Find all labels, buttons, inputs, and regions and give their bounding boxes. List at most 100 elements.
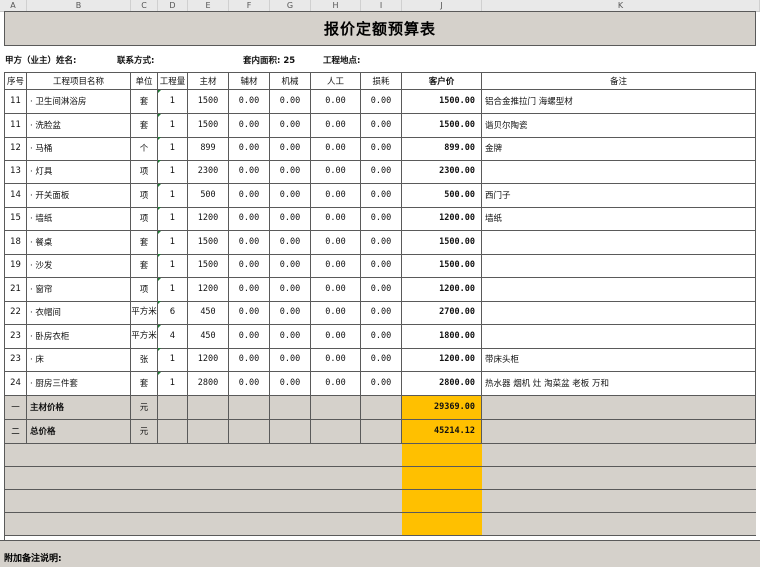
column-letter-j[interactable]: J bbox=[402, 0, 482, 11]
empty-price-cell[interactable] bbox=[402, 467, 482, 490]
cell-seq[interactable]: 11 bbox=[4, 114, 27, 138]
cell-note[interactable] bbox=[482, 160, 756, 184]
cell-labor[interactable]: 0.00 bbox=[311, 137, 361, 161]
total-empty-cell[interactable] bbox=[482, 420, 756, 444]
cell-aux[interactable]: 0.00 bbox=[229, 184, 270, 208]
owner-name-label[interactable]: 甲方（业主）姓名: bbox=[5, 54, 76, 66]
cell-mach[interactable]: 0.00 bbox=[270, 372, 311, 396]
cell-labor[interactable]: 0.00 bbox=[311, 372, 361, 396]
cell-mach[interactable]: 0.00 bbox=[270, 90, 311, 114]
cell-name[interactable]: · 厨房三件套 bbox=[27, 372, 131, 396]
cell-unit[interactable]: 个 bbox=[131, 137, 158, 161]
cell-seq[interactable]: 14 bbox=[4, 184, 27, 208]
header-name[interactable]: 工程项目名称 bbox=[27, 72, 131, 90]
total-empty-cell[interactable] bbox=[158, 420, 188, 444]
cell-note[interactable] bbox=[482, 231, 756, 255]
site-label[interactable]: 工程地点: bbox=[323, 54, 360, 66]
cell-mach[interactable]: 0.00 bbox=[270, 207, 311, 231]
cell-price[interactable]: 1500.00 bbox=[402, 114, 482, 138]
column-letter-g[interactable]: G bbox=[270, 0, 311, 11]
cell-main[interactable]: 899 bbox=[188, 137, 229, 161]
cell-price[interactable]: 1500.00 bbox=[402, 231, 482, 255]
cell-note[interactable]: 墙纸 bbox=[482, 207, 756, 231]
cell-mach[interactable]: 0.00 bbox=[270, 137, 311, 161]
column-letter-e[interactable]: E bbox=[188, 0, 229, 11]
cell-note[interactable]: 铝合金推拉门 海螺型材 bbox=[482, 90, 756, 114]
total-unit[interactable]: 元 bbox=[131, 396, 158, 420]
cell-price[interactable]: 1500.00 bbox=[402, 90, 482, 114]
total-price[interactable]: 29369.00 bbox=[402, 396, 482, 420]
cell-unit[interactable]: 项 bbox=[131, 184, 158, 208]
cell-note[interactable] bbox=[482, 278, 756, 302]
header-qty[interactable]: 工程量 bbox=[158, 72, 188, 90]
sheet-title[interactable]: 报价定额预算表 bbox=[4, 11, 756, 46]
cell-name[interactable]: · 餐桌 bbox=[27, 231, 131, 255]
cell-seq[interactable]: 11 bbox=[4, 90, 27, 114]
cell-qty[interactable]: 1 bbox=[158, 348, 188, 372]
contact-label[interactable]: 联系方式: bbox=[117, 54, 154, 66]
cell-price[interactable]: 1500.00 bbox=[402, 254, 482, 278]
total-empty-cell[interactable] bbox=[229, 396, 270, 420]
cell-unit[interactable]: 套 bbox=[131, 372, 158, 396]
cell-labor[interactable]: 0.00 bbox=[311, 348, 361, 372]
cell-unit[interactable]: 项 bbox=[131, 278, 158, 302]
cell-main[interactable]: 1500 bbox=[188, 254, 229, 278]
cell-loss[interactable]: 0.00 bbox=[361, 301, 402, 325]
cell-labor[interactable]: 0.00 bbox=[311, 114, 361, 138]
cell-seq[interactable]: 24 bbox=[4, 372, 27, 396]
cell-unit[interactable]: 平方米 bbox=[131, 301, 158, 325]
header-mach[interactable]: 机械 bbox=[270, 72, 311, 90]
cell-mach[interactable]: 0.00 bbox=[270, 301, 311, 325]
cell-qty[interactable]: 1 bbox=[158, 137, 188, 161]
total-empty-cell[interactable] bbox=[311, 420, 361, 444]
cell-unit[interactable]: 项 bbox=[131, 160, 158, 184]
cell-note[interactable] bbox=[482, 325, 756, 349]
cell-mach[interactable]: 0.00 bbox=[270, 278, 311, 302]
cell-loss[interactable]: 0.00 bbox=[361, 278, 402, 302]
cell-loss[interactable]: 0.00 bbox=[361, 207, 402, 231]
cell-seq[interactable]: 12 bbox=[4, 137, 27, 161]
cell-loss[interactable]: 0.00 bbox=[361, 325, 402, 349]
total-unit[interactable]: 元 bbox=[131, 420, 158, 444]
cell-aux[interactable]: 0.00 bbox=[229, 254, 270, 278]
cell-main[interactable]: 2800 bbox=[188, 372, 229, 396]
cell-qty[interactable]: 1 bbox=[158, 207, 188, 231]
total-empty-cell[interactable] bbox=[361, 420, 402, 444]
total-empty-cell[interactable] bbox=[188, 420, 229, 444]
header-loss[interactable]: 损耗 bbox=[361, 72, 402, 90]
cell-seq[interactable]: 19 bbox=[4, 254, 27, 278]
cell-qty[interactable]: 4 bbox=[158, 325, 188, 349]
total-empty-cell[interactable] bbox=[158, 396, 188, 420]
cell-mach[interactable]: 0.00 bbox=[270, 160, 311, 184]
cell-aux[interactable]: 0.00 bbox=[229, 207, 270, 231]
cell-note[interactable] bbox=[482, 254, 756, 278]
cell-qty[interactable]: 1 bbox=[158, 160, 188, 184]
cell-name[interactable]: · 衣帽间 bbox=[27, 301, 131, 325]
cell-unit[interactable]: 项 bbox=[131, 207, 158, 231]
cell-aux[interactable]: 0.00 bbox=[229, 160, 270, 184]
cell-note[interactable]: 带床头柜 bbox=[482, 348, 756, 372]
cell-labor[interactable]: 0.00 bbox=[311, 254, 361, 278]
cell-main[interactable]: 1500 bbox=[188, 90, 229, 114]
cell-labor[interactable]: 0.00 bbox=[311, 278, 361, 302]
column-letter-k[interactable]: K bbox=[482, 0, 760, 11]
cell-main[interactable]: 1500 bbox=[188, 231, 229, 255]
header-unit[interactable]: 单位 bbox=[131, 72, 158, 90]
cell-labor[interactable]: 0.00 bbox=[311, 231, 361, 255]
cell-seq[interactable]: 21 bbox=[4, 278, 27, 302]
cell-qty[interactable]: 1 bbox=[158, 90, 188, 114]
total-name[interactable]: 主材价格 bbox=[27, 396, 131, 420]
header-aux[interactable]: 辅材 bbox=[229, 72, 270, 90]
total-seq[interactable]: 二 bbox=[4, 420, 27, 444]
cell-name[interactable]: · 马桶 bbox=[27, 137, 131, 161]
cell-aux[interactable]: 0.00 bbox=[229, 325, 270, 349]
cell-main[interactable]: 1500 bbox=[188, 114, 229, 138]
cell-aux[interactable]: 0.00 bbox=[229, 278, 270, 302]
empty-row[interactable] bbox=[4, 513, 756, 536]
cell-name[interactable]: · 卧房衣柜 bbox=[27, 325, 131, 349]
cell-main[interactable]: 1200 bbox=[188, 278, 229, 302]
cell-loss[interactable]: 0.00 bbox=[361, 348, 402, 372]
cell-name[interactable]: · 洗脸盆 bbox=[27, 114, 131, 138]
cell-main[interactable]: 1200 bbox=[188, 207, 229, 231]
cell-name[interactable]: · 墙纸 bbox=[27, 207, 131, 231]
